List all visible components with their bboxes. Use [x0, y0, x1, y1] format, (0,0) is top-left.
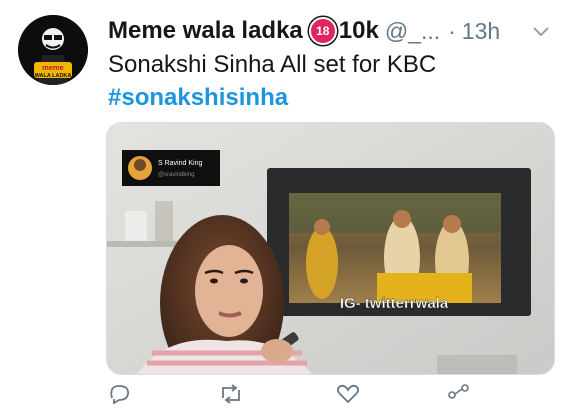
- logo-text-line1: meme: [42, 63, 64, 72]
- inset-name: S Ravind King: [158, 160, 202, 167]
- reply-icon[interactable]: [108, 384, 130, 409]
- separator-dot: ·: [448, 17, 456, 44]
- media-image: S Ravind King @sravindking IG- twitterrw…: [107, 123, 554, 374]
- inset-handle: @sravindking: [158, 172, 194, 178]
- watermark-text: IG- twitterrwala: [340, 295, 449, 312]
- hashtag-link[interactable]: #sonakshisinha: [108, 84, 288, 112]
- author-handle[interactable]: @_...: [385, 18, 440, 45]
- retweet-icon[interactable]: [218, 384, 244, 409]
- author-name[interactable]: Meme wala ladka: [108, 17, 303, 45]
- badge-count: 10k: [338, 17, 379, 44]
- avatar[interactable]: meme WALA LADKA: [18, 15, 88, 85]
- tweet-header: Meme wala ladka 18 10k @_... · 13h: [108, 14, 549, 48]
- chevron-down-icon[interactable]: [533, 21, 549, 42]
- heart-icon[interactable]: [336, 384, 360, 409]
- meme-wala-ladka-logo: meme WALA LADKA: [18, 15, 88, 85]
- tweet-actions: [106, 384, 553, 405]
- tweet-text: Sonakshi Sinha All set for KBC: [108, 51, 437, 78]
- logo-text-line2: WALA LADKA: [35, 73, 72, 79]
- tweet-media[interactable]: S Ravind King @sravindking IG- twitterrw…: [106, 122, 555, 375]
- badge-18-icon: 18: [308, 17, 337, 45]
- share-icon[interactable]: [446, 384, 472, 409]
- timestamp[interactable]: 13h: [462, 18, 500, 45]
